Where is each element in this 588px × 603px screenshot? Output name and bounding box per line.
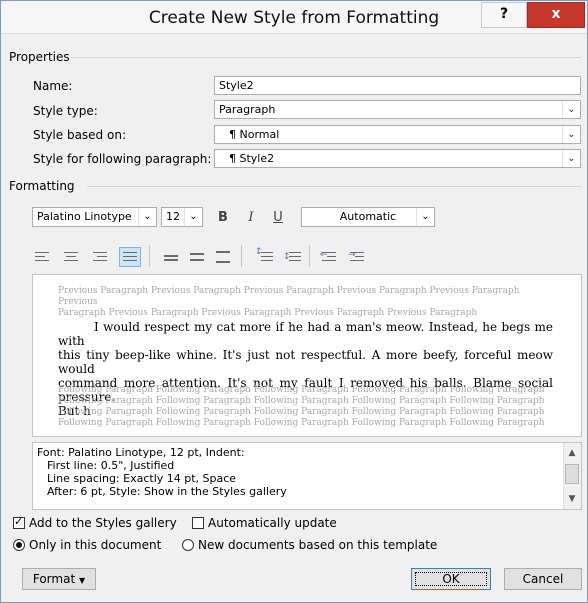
- add-to-gallery-checkbox[interactable]: ✓: [13, 515, 25, 529]
- focus-indicator: [415, 572, 487, 586]
- style-preview: Previous Paragraph Previous Paragraph Pr…: [32, 274, 582, 437]
- previous-paragraph-text: Previous Paragraph Previous Paragraph Pr…: [58, 286, 520, 318]
- formatting-group-label: Formatting: [9, 179, 75, 193]
- auto-update-label[interactable]: Automatically update: [208, 516, 337, 530]
- create-style-dialog: Create New Style from Formatting ? x Pro…: [0, 0, 588, 603]
- based-on-label: Style based on:: [33, 128, 126, 142]
- only-this-document-label[interactable]: Only in this document: [29, 538, 161, 552]
- single-spacing-button[interactable]: [161, 247, 183, 267]
- based-on-select[interactable]: ¶ Normal ⌄: [214, 125, 581, 144]
- check-icon: ✓: [14, 515, 24, 528]
- style-type-label: Style type:: [33, 104, 98, 118]
- title-bar[interactable]: Create New Style from Formatting ? x: [1, 1, 587, 34]
- chevron-down-icon[interactable]: ⌄: [562, 101, 580, 118]
- only-this-document-radio[interactable]: [13, 539, 25, 551]
- formatting-divider: [87, 186, 581, 187]
- bold-button[interactable]: B: [215, 208, 231, 228]
- description-scrollbar[interactable]: ▲ ▼: [563, 443, 581, 509]
- new-documents-radio[interactable]: [182, 539, 194, 551]
- font-select[interactable]: Palatino Linotype ⌄: [32, 207, 157, 227]
- scroll-up-icon[interactable]: ▲: [564, 445, 580, 461]
- underline-button[interactable]: U: [270, 208, 286, 228]
- radio-selected-dot: [16, 542, 22, 548]
- following-select[interactable]: ¶ Style2 ⌄: [214, 149, 581, 168]
- add-to-gallery-label[interactable]: Add to the Styles gallery: [29, 516, 177, 530]
- chevron-down-icon[interactable]: ⌄: [184, 208, 202, 226]
- auto-update-checkbox[interactable]: [192, 517, 204, 529]
- style-description[interactable]: Font: Palatino Linotype, 12 pt, Indent: …: [32, 442, 582, 510]
- one-half-spacing-button[interactable]: [187, 247, 209, 267]
- align-center-button[interactable]: [61, 247, 83, 267]
- justify-button[interactable]: [119, 247, 141, 267]
- following-paragraph-text: Following Paragraph Following Paragraph …: [58, 385, 545, 428]
- name-label: Name:: [33, 79, 73, 93]
- pilcrow-icon: ¶: [229, 128, 236, 141]
- help-button[interactable]: ?: [481, 2, 527, 28]
- decrease-indent-icon[interactable]: ←: [319, 247, 341, 267]
- italic-button[interactable]: I: [243, 208, 259, 228]
- space-before-icon[interactable]: ↕: [253, 247, 275, 267]
- chevron-down-icon[interactable]: ⌄: [138, 208, 156, 226]
- toolbar-separator: [309, 245, 310, 267]
- format-menu-button[interactable]: Format ▼: [22, 568, 96, 590]
- chevron-down-icon[interactable]: ⌄: [416, 208, 434, 226]
- toolbar-separator: [241, 245, 242, 267]
- increase-indent-icon[interactable]: →: [347, 247, 369, 267]
- close-button[interactable]: x: [527, 2, 585, 28]
- following-label: Style for following paragraph:: [33, 152, 212, 166]
- pilcrow-icon: ¶: [229, 152, 236, 165]
- style-type-select[interactable]: Paragraph ⌄: [214, 100, 581, 119]
- toolbar-separator: [149, 245, 150, 267]
- font-size-select[interactable]: 12 ⌄: [161, 207, 203, 227]
- name-input[interactable]: Style2: [214, 76, 581, 95]
- align-left-button[interactable]: [32, 247, 54, 267]
- ok-button[interactable]: OK: [411, 568, 491, 590]
- scroll-thumb[interactable]: [565, 464, 579, 484]
- chevron-down-icon[interactable]: ⌄: [562, 126, 580, 143]
- properties-divider: [71, 57, 581, 58]
- font-color-select[interactable]: Automatic ⌄: [301, 207, 435, 227]
- space-after-icon[interactable]: ↕: [281, 247, 303, 267]
- cancel-button[interactable]: Cancel: [504, 568, 582, 590]
- double-spacing-button[interactable]: [213, 247, 235, 267]
- scroll-down-icon[interactable]: ▼: [564, 491, 580, 507]
- chevron-down-icon[interactable]: ⌄: [562, 150, 580, 167]
- align-right-button[interactable]: [90, 247, 112, 267]
- new-documents-label[interactable]: New documents based on this template: [198, 538, 437, 552]
- dropdown-triangle-icon: ▼: [78, 576, 86, 585]
- properties-group-label: Properties: [9, 50, 70, 64]
